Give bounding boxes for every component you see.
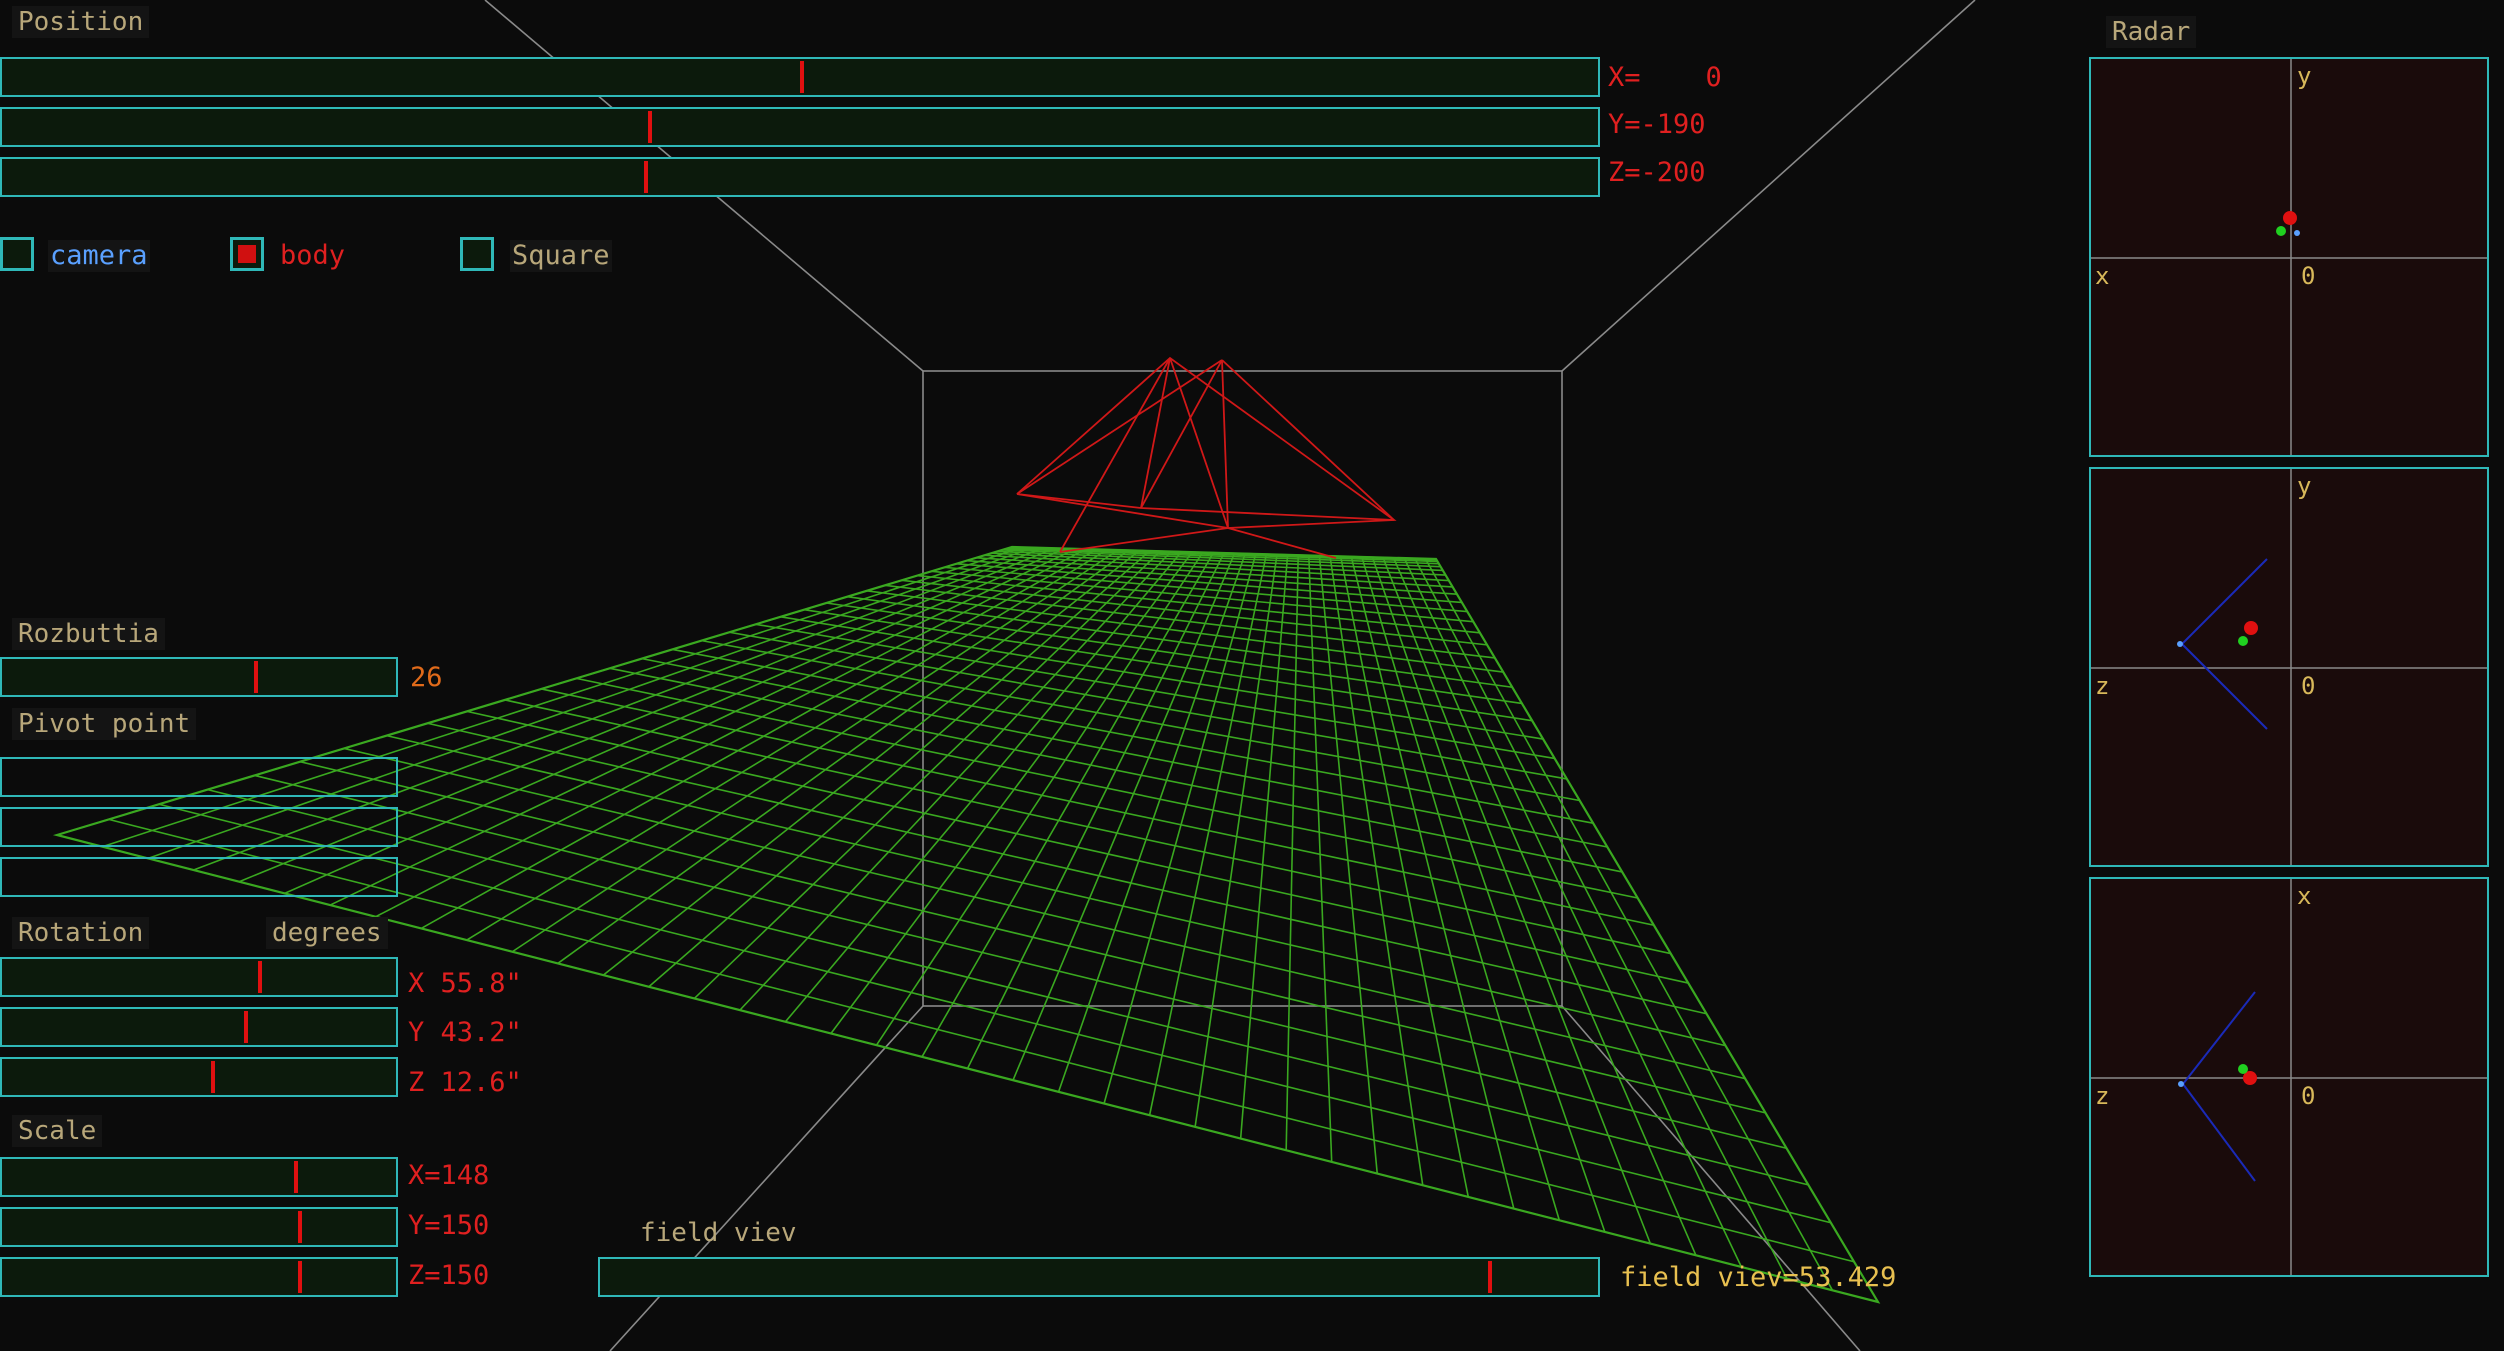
camera-marker — [2177, 641, 2183, 647]
rozbuttia-slider[interactable] — [0, 657, 398, 697]
radar-origin: 0 — [2301, 1082, 2316, 1110]
slider-thumb[interactable] — [648, 111, 653, 143]
field-view-slider[interactable] — [598, 1257, 1600, 1297]
scale-title: Scale — [12, 1115, 103, 1147]
radar-panel-zy: y z 0 — [2089, 467, 2489, 867]
rotation-z-value: Z 12.6" — [408, 1067, 522, 1098]
slider-thumb[interactable] — [254, 661, 259, 693]
body-checkbox[interactable] — [230, 237, 264, 271]
scale-y-slider[interactable] — [0, 1207, 398, 1247]
position-x-value: X= 0 — [1608, 62, 1722, 93]
slider-thumb[interactable] — [643, 161, 648, 193]
field-view-title: field viev — [640, 1218, 797, 1248]
pyramid-wireframe — [1016, 356, 1397, 559]
camera-marker — [2178, 1081, 2184, 1087]
rozbuttia-value: 26 — [410, 662, 443, 693]
slider-thumb[interactable] — [1488, 1261, 1493, 1293]
camera-checkbox[interactable] — [0, 237, 34, 271]
scale-z-value: Z=150 — [408, 1260, 490, 1291]
radar-axes — [2091, 879, 2487, 1275]
rotation-z-slider[interactable] — [0, 1057, 398, 1097]
camera-frustum — [2182, 1083, 2256, 1182]
rotation-title: Rotation — [12, 917, 150, 949]
radar-top-axis: x — [2297, 882, 2312, 910]
scale-x-value: X=148 — [408, 1160, 490, 1191]
field-view-value: field viev=53.429 — [1620, 1262, 1897, 1293]
position-z-slider[interactable] — [0, 157, 1600, 197]
camera-label[interactable]: camera — [48, 240, 150, 272]
slider-thumb[interactable] — [297, 1211, 302, 1243]
pivot-marker — [2276, 226, 2286, 236]
pivot-z-slider[interactable] — [0, 857, 398, 897]
position-y-value: Y=-190 — [1608, 109, 1706, 140]
square-label[interactable]: Square — [510, 240, 612, 272]
radar-title: Radar — [2106, 16, 2197, 48]
slider-thumb[interactable] — [297, 1261, 302, 1293]
radar-axes — [2091, 59, 2487, 455]
body-label[interactable]: body — [280, 240, 345, 272]
slider-thumb[interactable] — [244, 1011, 249, 1043]
slider-thumb[interactable] — [258, 961, 263, 993]
radar-origin: 0 — [2301, 672, 2316, 700]
rotation-y-slider[interactable] — [0, 1007, 398, 1047]
slider-thumb[interactable] — [293, 1161, 298, 1193]
slider-thumb[interactable] — [800, 61, 804, 93]
camera-frustum — [2181, 643, 2268, 730]
body-marker — [2283, 211, 2297, 225]
radar-left-axis: z — [2095, 672, 2110, 700]
pivot-marker — [2238, 1064, 2248, 1074]
position-z-value: Z=-200 — [1608, 157, 1706, 188]
slider-thumb[interactable] — [210, 1061, 215, 1093]
radar-left-axis: z — [2095, 1082, 2110, 1110]
rotation-unit: degrees — [266, 917, 388, 949]
pivot-title: Pivot point — [12, 708, 197, 740]
radar-origin: 0 — [2301, 262, 2316, 290]
body-marker — [2244, 621, 2258, 635]
scale-y-value: Y=150 — [408, 1210, 490, 1241]
position-title: Position — [12, 6, 150, 38]
radar-panel-zx: x z 0 — [2089, 877, 2489, 1277]
pivot-x-slider[interactable] — [0, 757, 398, 797]
rotation-x-slider[interactable] — [0, 957, 398, 997]
rotation-x-value: X 55.8" — [408, 968, 522, 999]
scale-x-slider[interactable] — [0, 1157, 398, 1197]
scale-z-slider[interactable] — [0, 1257, 398, 1297]
position-y-slider[interactable] — [0, 107, 1600, 147]
camera-marker — [2294, 230, 2300, 236]
radar-panel-xy: y x 0 — [2089, 57, 2489, 457]
radar-axes — [2091, 469, 2487, 865]
rozbuttia-title: Rozbuttia — [12, 618, 165, 650]
radar-left-axis: x — [2095, 262, 2110, 290]
radar-top-axis: y — [2297, 472, 2312, 500]
rotation-y-value: Y 43.2" — [408, 1017, 522, 1048]
square-checkbox[interactable] — [460, 237, 494, 271]
position-x-slider[interactable] — [0, 57, 1600, 97]
pivot-y-slider[interactable] — [0, 807, 398, 847]
radar-top-axis: y — [2297, 62, 2312, 90]
pivot-marker — [2238, 636, 2248, 646]
